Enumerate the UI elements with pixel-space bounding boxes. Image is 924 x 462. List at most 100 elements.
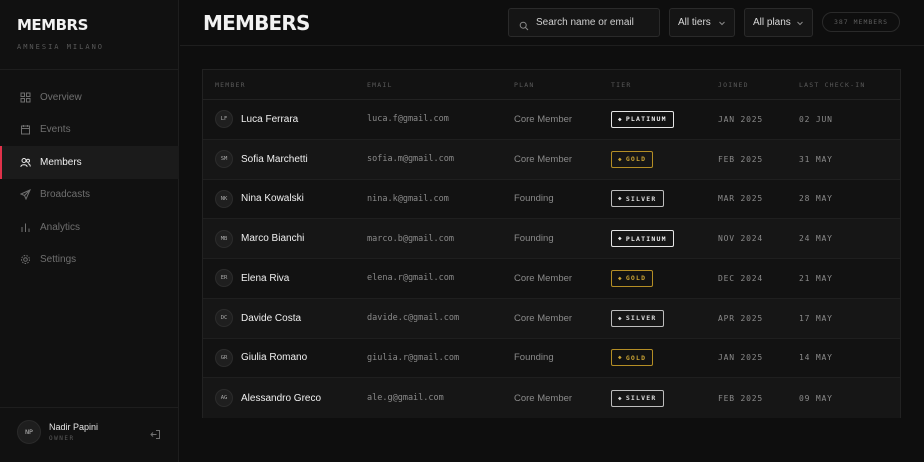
- member-cell: MB Marco Bianchi: [215, 219, 304, 258]
- plan-cell: Core Member: [514, 100, 572, 139]
- member-cell: SM Sofia Marchetti: [215, 140, 308, 179]
- diamond-icon: ◆: [618, 354, 623, 362]
- chevron-down-icon: [796, 19, 804, 27]
- email-cell: sofia.m@gmail.com: [367, 140, 454, 179]
- checkin-cell: 02 JUN: [799, 100, 833, 139]
- members-table: MEMBER EMAIL PLAN TIER JOINED LAST CHECK…: [202, 69, 901, 418]
- avatar: MB: [215, 229, 233, 248]
- sidebar-item-label: Members: [40, 156, 82, 168]
- member-name[interactable]: Nina Kowalski: [241, 193, 304, 204]
- checkin-cell: 31 MAY: [799, 140, 833, 179]
- tier-cell: ◆ GOLD: [611, 140, 654, 179]
- column-header-plan[interactable]: PLAN: [514, 81, 534, 89]
- plan-cell: Core Member: [514, 140, 572, 179]
- checkin-cell: 09 MAY: [799, 378, 833, 418]
- joined-cell: MAR 2025: [718, 180, 763, 219]
- email-cell: nina.k@gmail.com: [367, 180, 449, 219]
- table-row[interactable]: GR Giulia Romano giulia.r@gmail.com Foundin…: [203, 339, 900, 379]
- column-header-member[interactable]: MEMBER: [215, 81, 246, 89]
- sidebar-item-overview[interactable]: Overview: [0, 81, 179, 114]
- column-header-tier[interactable]: TIER: [611, 81, 631, 89]
- email-cell: marco.b@gmail.com: [367, 219, 454, 258]
- table-row[interactable]: MB Marco Bianchi marco.b@gmail.com Founding…: [203, 219, 900, 259]
- tier-label: PLATINUM: [625, 115, 667, 124]
- table-row[interactable]: AG Alessandro Greco ale.g@gmail.com Core Me…: [203, 378, 900, 418]
- gear-icon: [20, 254, 31, 265]
- member-cell: DC Davide Costa: [215, 299, 301, 338]
- avatar: GR: [215, 348, 233, 367]
- joined-cell: APR 2025: [718, 299, 763, 338]
- column-header-joined[interactable]: JOINED: [718, 81, 749, 89]
- user-name: Nadir Papini: [49, 422, 99, 432]
- member-cell: ER Elena Riva: [215, 259, 289, 298]
- member-email: davide.c@gmail.com: [367, 313, 460, 324]
- last-check-in: 31 MAY: [799, 154, 833, 164]
- brand-logo[interactable]: MEMBRS: [17, 16, 88, 34]
- user-role: OWNER: [49, 435, 75, 442]
- plan-cell: Core Member: [514, 378, 572, 418]
- checkin-cell: 17 MAY: [799, 299, 833, 338]
- tier-badge: ◆ SILVER: [611, 389, 664, 407]
- user-profile[interactable]: NP Nadir Papini OWNER: [17, 420, 162, 446]
- plan-filter-select[interactable]: All plans: [744, 8, 813, 37]
- member-plan: Core Member: [514, 312, 573, 324]
- diamond-icon: ◆: [618, 314, 623, 322]
- plan-cell: Core Member: [514, 259, 572, 298]
- divider: [0, 407, 179, 408]
- plan-cell: Core Member: [514, 299, 572, 338]
- header: MEMBERS Search name or email All tiers A…: [180, 0, 924, 46]
- member-name[interactable]: Alessandro Greco: [241, 393, 321, 404]
- member-email: sofia.m@gmail.com: [367, 154, 454, 165]
- logout-icon[interactable]: [150, 427, 161, 439]
- joined-date: MAR 2025: [718, 194, 763, 204]
- sidebar-item-members[interactable]: Members: [0, 146, 179, 179]
- tier-label: SILVER: [625, 394, 657, 403]
- table-row[interactable]: DC Davide Costa davide.c@gmail.com Core Mem…: [203, 298, 900, 339]
- table-row[interactable]: NK Nina Kowalski nina.k@gmail.com Founding ◆…: [203, 180, 900, 220]
- search-input[interactable]: Search name or email: [508, 8, 660, 37]
- member-name[interactable]: Luca Ferrara: [241, 114, 298, 125]
- diamond-icon: ◆: [618, 115, 623, 123]
- last-check-in: 17 MAY: [799, 313, 833, 323]
- tier-filter-select[interactable]: All tiers: [669, 8, 735, 37]
- email-cell: luca.f@gmail.com: [367, 100, 449, 139]
- table-row[interactable]: SM Sofia Marchetti sofia.m@gmail.com Core M…: [203, 139, 900, 180]
- table-row[interactable]: LF Luca Ferrara luca.f@gmail.com Core Membe…: [203, 100, 900, 140]
- column-header-last-check-in[interactable]: LAST CHECK-IN: [799, 81, 865, 89]
- avatar: SM: [215, 150, 233, 169]
- diamond-icon: ◆: [618, 155, 623, 163]
- sidebar-item-broadcasts[interactable]: Broadcasts: [0, 179, 179, 212]
- diamond-icon: ◆: [618, 394, 623, 402]
- member-name[interactable]: Sofia Marchetti: [241, 154, 308, 165]
- member-name[interactable]: Davide Costa: [241, 313, 301, 324]
- tier-badge: ◆ PLATINUM: [611, 110, 674, 128]
- avatar: NP: [17, 420, 41, 444]
- member-name[interactable]: Marco Bianchi: [241, 233, 304, 244]
- email-cell: giulia.r@gmail.com: [367, 339, 459, 378]
- joined-date: JAN 2025: [718, 353, 763, 363]
- avatar: LF: [215, 110, 233, 129]
- sidebar-item-settings[interactable]: Settings: [0, 244, 179, 277]
- tier-cell: ◆ SILVER: [611, 180, 664, 219]
- diamond-icon: ◆: [618, 195, 623, 203]
- tier-cell: ◆ PLATINUM: [611, 100, 674, 139]
- tier-badge: ◆ GOLD: [611, 349, 654, 367]
- sidebar-item-analytics[interactable]: Analytics: [0, 211, 179, 244]
- column-header-email[interactable]: EMAIL: [367, 81, 393, 89]
- plan-cell: Founding: [514, 180, 554, 219]
- table-row[interactable]: ER Elena Riva elena.r@gmail.com Core Member…: [203, 259, 900, 299]
- last-check-in: 09 MAY: [799, 393, 833, 403]
- page-title: MEMBERS: [203, 11, 310, 35]
- email-cell: davide.c@gmail.com: [367, 299, 459, 338]
- last-check-in: 02 JUN: [799, 114, 833, 124]
- grid-icon: [20, 92, 31, 103]
- diamond-icon: ◆: [618, 235, 623, 243]
- member-name[interactable]: Elena Riva: [241, 273, 289, 284]
- checkin-cell: 24 MAY: [799, 219, 833, 258]
- tier-cell: ◆ SILVER: [611, 378, 664, 418]
- member-name[interactable]: Giulia Romano: [241, 352, 307, 363]
- sidebar-item-events[interactable]: Events: [0, 114, 179, 147]
- member-plan: Core Member: [514, 113, 573, 125]
- member-email: ale.g@gmail.com: [367, 393, 444, 404]
- tier-label: SILVER: [625, 194, 657, 203]
